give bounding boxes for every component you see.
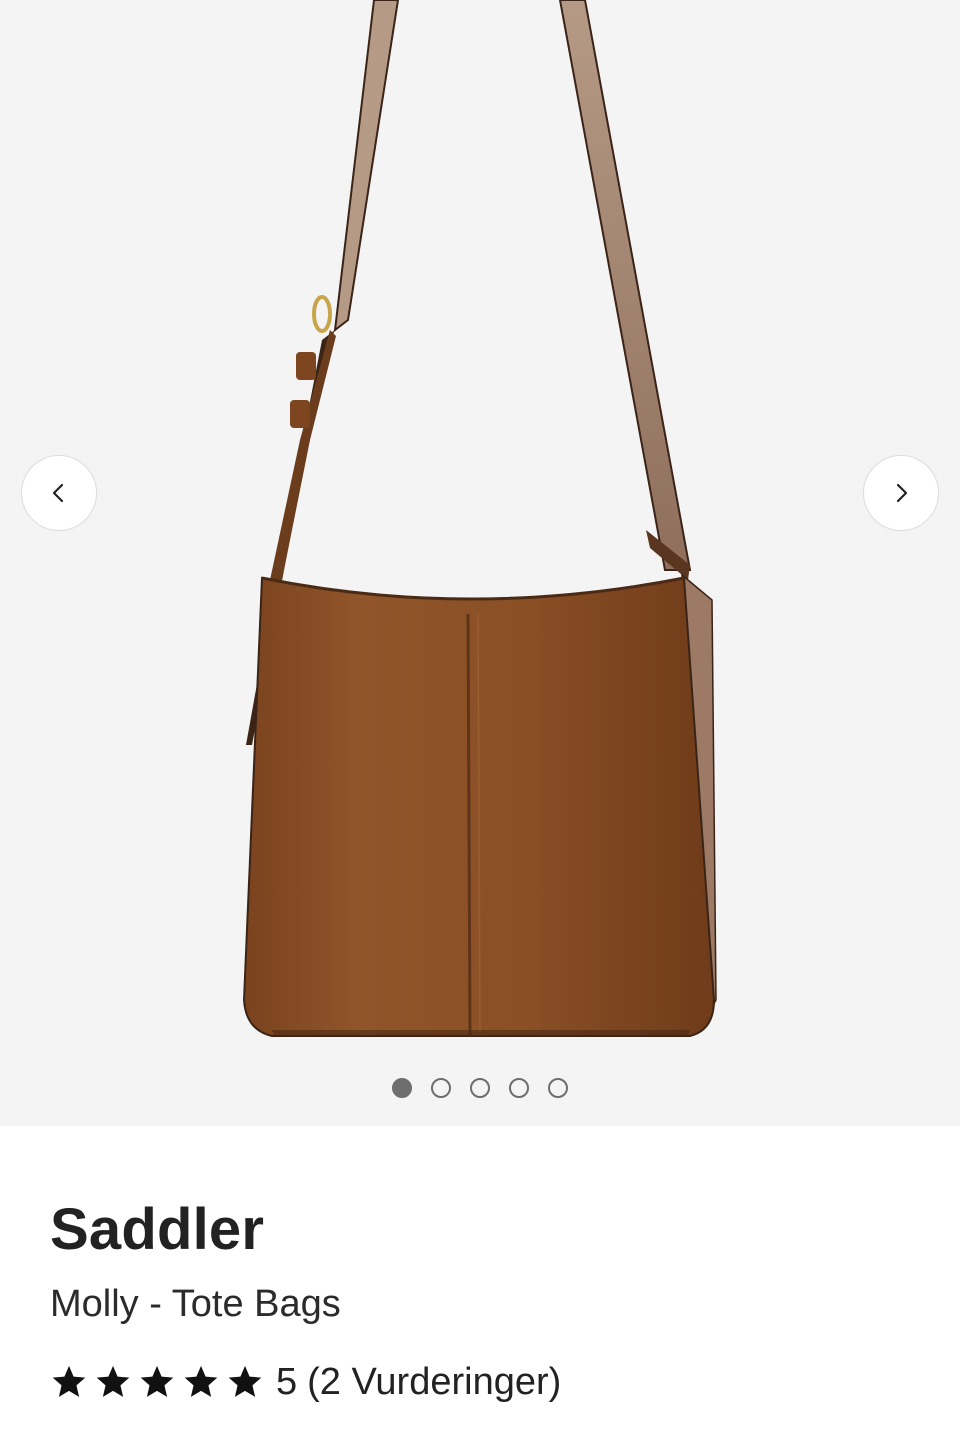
rating-count: (2 Vurderinger) — [307, 1361, 562, 1403]
carousel-dot-1[interactable] — [392, 1078, 412, 1098]
rating-stars — [50, 1363, 264, 1401]
chevron-right-icon — [896, 483, 908, 503]
product-image — [242, 0, 717, 1037]
carousel-dot-3[interactable] — [470, 1078, 490, 1098]
previous-image-button[interactable] — [21, 455, 97, 531]
product-name: Molly - Tote Bags — [50, 1283, 341, 1325]
product-image-gallery[interactable] — [0, 0, 960, 1126]
star-icon — [96, 1365, 130, 1397]
star-icon — [184, 1365, 218, 1397]
rating-value: 5 — [276, 1361, 298, 1403]
carousel-pagination — [0, 1078, 960, 1100]
star-icon — [228, 1365, 262, 1397]
carousel-dot-5[interactable] — [548, 1078, 568, 1098]
carousel-dot-4[interactable] — [509, 1078, 529, 1098]
product-rating[interactable]: 5 (2 Vurderinger) — [50, 1356, 930, 1408]
carousel-dot-2[interactable] — [431, 1078, 451, 1098]
next-image-button[interactable] — [863, 455, 939, 531]
product-info: Saddler Molly - Tote Bags 5 (2 Vurdering… — [50, 1190, 930, 1408]
star-icon — [140, 1365, 174, 1397]
star-icon — [52, 1365, 86, 1397]
chevron-left-icon — [52, 483, 64, 503]
product-brand[interactable]: Saddler — [50, 1190, 930, 1270]
